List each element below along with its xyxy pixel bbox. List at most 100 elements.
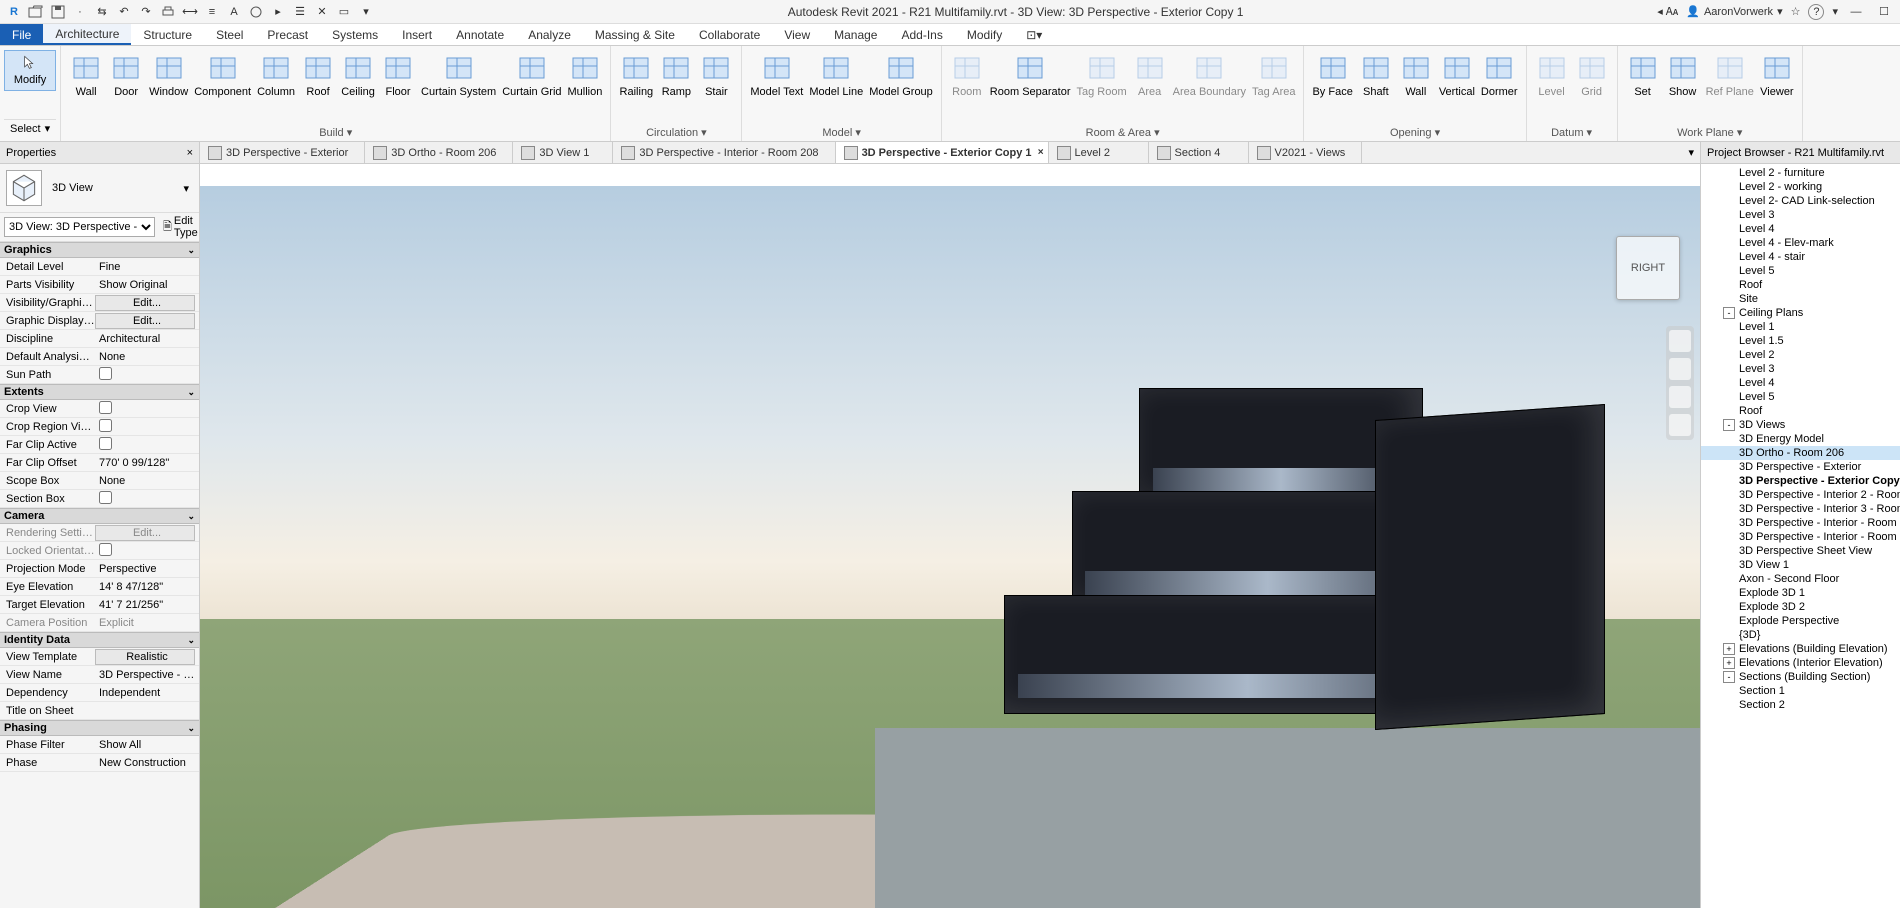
- property-checkbox[interactable]: [99, 437, 112, 450]
- curtain-system-button[interactable]: Curtain System: [419, 50, 498, 98]
- app-menu-icon[interactable]: R: [6, 4, 22, 20]
- section-icon[interactable]: ▸: [270, 4, 286, 20]
- property-checkbox[interactable]: [99, 491, 112, 504]
- property-value[interactable]: Edit...: [95, 313, 195, 329]
- tree-node[interactable]: Level 5: [1701, 390, 1900, 404]
- view-tab[interactable]: Level 2: [1049, 142, 1149, 163]
- tree-node[interactable]: Level 3: [1701, 208, 1900, 222]
- switch-windows-icon[interactable]: ▭: [336, 4, 352, 20]
- tab-view[interactable]: View: [772, 24, 822, 45]
- property-value[interactable]: New Construction: [95, 757, 199, 769]
- modify-button[interactable]: Modify: [4, 50, 56, 91]
- sync-icon[interactable]: ⇆: [94, 4, 110, 20]
- tree-node[interactable]: Section 1: [1701, 684, 1900, 698]
- view-tab[interactable]: 3D Ortho - Room 206: [365, 142, 513, 163]
- type-selector-dropdown[interactable]: 3D View ▾: [48, 180, 193, 197]
- thin-lines-icon[interactable]: ☰: [292, 4, 308, 20]
- tree-node[interactable]: 3D Perspective Sheet View: [1701, 544, 1900, 558]
- model-group-button[interactable]: Model Group: [867, 50, 935, 98]
- tab-annotate[interactable]: Annotate: [444, 24, 516, 45]
- text-icon[interactable]: A: [226, 4, 242, 20]
- view-tab[interactable]: 3D View 1: [513, 142, 613, 163]
- redo-icon[interactable]: ↷: [138, 4, 154, 20]
- vertical-button[interactable]: Vertical: [1437, 50, 1477, 98]
- component-button[interactable]: Component: [192, 50, 253, 98]
- show-button[interactable]: Show: [1664, 50, 1702, 98]
- stair-button[interactable]: Stair: [697, 50, 735, 98]
- tree-node[interactable]: Level 3: [1701, 362, 1900, 376]
- tab-structure[interactable]: Structure: [131, 24, 204, 45]
- favorites-icon[interactable]: ☆: [1791, 5, 1801, 18]
- property-category-header[interactable]: Camera⌄: [0, 508, 199, 524]
- tree-node[interactable]: Section 2: [1701, 698, 1900, 712]
- tree-node[interactable]: Level 2: [1701, 348, 1900, 362]
- property-checkbox[interactable]: [99, 543, 112, 556]
- property-value[interactable]: None: [95, 351, 199, 363]
- set-button[interactable]: Set: [1624, 50, 1662, 98]
- shaft-button[interactable]: Shaft: [1357, 50, 1395, 98]
- column-button[interactable]: Column: [255, 50, 297, 98]
- tab-collaborate[interactable]: Collaborate: [687, 24, 772, 45]
- align-icon[interactable]: ≡: [204, 4, 220, 20]
- railing-button[interactable]: Railing: [617, 50, 655, 98]
- property-value[interactable]: [95, 491, 199, 507]
- minimize-button[interactable]: —: [1846, 4, 1866, 20]
- tab-manage[interactable]: Manage: [822, 24, 889, 45]
- tree-node[interactable]: +Elevations (Building Elevation): [1701, 642, 1900, 656]
- help-dropdown-icon[interactable]: ▾: [1832, 5, 1838, 18]
- collapse-icon[interactable]: -: [1723, 307, 1735, 319]
- measure-icon[interactable]: ⟷: [182, 4, 198, 20]
- property-value[interactable]: Edit...: [95, 525, 195, 541]
- tree-node[interactable]: -3D Views: [1701, 418, 1900, 432]
- model-line-button[interactable]: Model Line: [807, 50, 865, 98]
- tree-node[interactable]: 3D Perspective - Interior 2 - Room: [1701, 488, 1900, 502]
- tree-node[interactable]: Explode Perspective: [1701, 614, 1900, 628]
- tree-node[interactable]: 3D Perspective - Exterior: [1701, 460, 1900, 474]
- property-value[interactable]: [95, 367, 199, 383]
- property-value[interactable]: Realistic: [95, 649, 195, 665]
- collapse-icon[interactable]: -: [1723, 419, 1735, 431]
- tree-node[interactable]: 3D Energy Model: [1701, 432, 1900, 446]
- tree-node[interactable]: Site: [1701, 292, 1900, 306]
- tab-modify[interactable]: Modify: [955, 24, 1014, 45]
- tree-node[interactable]: Level 2 - furniture: [1701, 166, 1900, 180]
- tab-systems[interactable]: Systems: [320, 24, 390, 45]
- property-value[interactable]: [95, 437, 199, 453]
- tree-node[interactable]: Roof: [1701, 278, 1900, 292]
- file-tab[interactable]: File: [0, 24, 43, 45]
- tree-node[interactable]: 3D Ortho - Room 206: [1701, 446, 1900, 460]
- property-category-header[interactable]: Identity Data⌄: [0, 632, 199, 648]
- ramp-button[interactable]: Ramp: [657, 50, 695, 98]
- orbit-icon[interactable]: [1669, 414, 1691, 436]
- tree-node[interactable]: Level 4: [1701, 376, 1900, 390]
- tree-node[interactable]: {3D}: [1701, 628, 1900, 642]
- floor-button[interactable]: Floor: [379, 50, 417, 98]
- property-value[interactable]: Fine: [95, 261, 199, 273]
- view-tab[interactable]: 3D Perspective - Exterior Copy 1×: [836, 142, 1049, 163]
- tab-steel[interactable]: Steel: [204, 24, 255, 45]
- tree-node[interactable]: Axon - Second Floor: [1701, 572, 1900, 586]
- property-value[interactable]: [95, 419, 199, 435]
- steering-wheel-icon[interactable]: [1669, 330, 1691, 352]
- tab-massing-site[interactable]: Massing & Site: [583, 24, 687, 45]
- tree-node[interactable]: -Sections (Building Section): [1701, 670, 1900, 684]
- pan-icon[interactable]: [1669, 358, 1691, 380]
- help-icon[interactable]: ?: [1808, 4, 1824, 20]
- instance-selector[interactable]: 3D View: 3D Perspective -: [4, 217, 155, 237]
- 3d-view-icon[interactable]: [248, 4, 264, 20]
- property-value[interactable]: Explicit: [95, 617, 199, 629]
- view-tab[interactable]: Section 4: [1149, 142, 1249, 163]
- property-value[interactable]: Show All: [95, 739, 199, 751]
- model-text-button[interactable]: Model Text: [748, 50, 805, 98]
- door-button[interactable]: Door: [107, 50, 145, 98]
- tree-node[interactable]: Level 4 - stair: [1701, 250, 1900, 264]
- property-category-header[interactable]: Extents⌄: [0, 384, 199, 400]
- view-tabs-overflow-button[interactable]: ▾: [1682, 142, 1700, 163]
- property-value[interactable]: 3D Perspective - E...: [95, 669, 199, 681]
- property-value[interactable]: Perspective: [95, 563, 199, 575]
- roof-button[interactable]: Roof: [299, 50, 337, 98]
- tree-node[interactable]: Level 5: [1701, 264, 1900, 278]
- ribbon-display-icon[interactable]: ⊡▾: [1014, 24, 1054, 45]
- view-tab[interactable]: 3D Perspective - Interior - Room 208: [613, 142, 835, 163]
- room-separator-button[interactable]: Room Separator: [988, 50, 1073, 98]
